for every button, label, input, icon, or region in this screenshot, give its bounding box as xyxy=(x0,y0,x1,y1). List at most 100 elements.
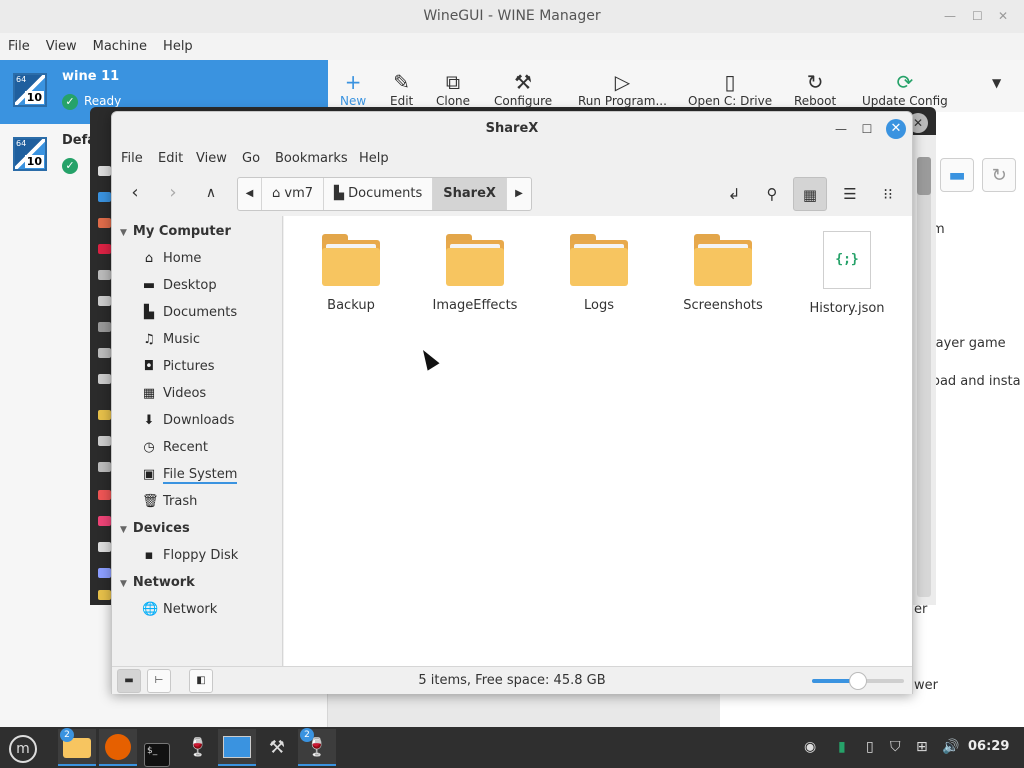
menu-help[interactable]: Help xyxy=(359,151,389,166)
section-my-computer[interactable]: ▼ My Computer xyxy=(120,224,231,239)
folder-item[interactable]: Logs xyxy=(544,234,654,313)
item-name: History.json xyxy=(809,301,885,316)
path-segment-home[interactable]: ⌂ vm7 xyxy=(262,178,325,210)
folder-item[interactable]: Backup xyxy=(296,234,406,313)
taskbar: m 2 $_ 🍷 ⚒ 2 🍷 ◉ ▮ ▯ ⛉ ⊞ 🔊 06:29 xyxy=(0,727,1024,768)
refresh-icon[interactable]: ↻ xyxy=(982,158,1017,192)
home-icon: ⌂ xyxy=(144,251,154,266)
remove-icon[interactable]: ▬ xyxy=(940,158,974,192)
menu-bookmarks[interactable]: Bookmarks xyxy=(275,151,348,166)
expander-icon: ▼ xyxy=(120,579,127,589)
folder-item[interactable]: Screenshots xyxy=(668,234,778,313)
list-view-icon[interactable]: ☰ xyxy=(833,177,867,211)
zoom-slider[interactable] xyxy=(812,672,904,690)
shield-icon[interactable]: ⛉ xyxy=(890,739,901,755)
folder-icon xyxy=(694,234,752,286)
network-icon[interactable]: ⊞ xyxy=(916,739,928,755)
wine-bottle-icon: 64 10 xyxy=(13,73,47,107)
terminal-icon[interactable]: $_ xyxy=(138,729,176,767)
path-left-arrow-icon[interactable]: ◀ xyxy=(238,178,262,210)
sidebar: ▼ My Computer ⌂ Home ▬ Desktop ▙ Documents ♫… xyxy=(112,216,283,666)
menu-help[interactable]: Help xyxy=(155,33,201,60)
configure-button[interactable]: ⚒ Configure xyxy=(494,70,552,108)
winegui-taskbar-icon[interactable]: 2 🍷 xyxy=(298,728,336,766)
tools-icon[interactable]: ⚒ xyxy=(258,729,296,766)
reboot-button[interactable]: ↻ Reboot xyxy=(794,70,836,108)
sidebar-item-pictures[interactable]: ◘ Pictures xyxy=(142,359,215,374)
maximize-icon[interactable]: ☐ xyxy=(972,0,983,33)
up-arrow-icon[interactable]: ∧ xyxy=(196,178,226,208)
menu-go[interactable]: Go xyxy=(242,151,260,166)
icon-view-icon[interactable]: ▦ xyxy=(793,177,827,211)
menu-edit[interactable]: Edit xyxy=(158,151,183,166)
system-monitor-icon[interactable] xyxy=(218,729,256,766)
file-item[interactable]: {;} History.json xyxy=(792,231,902,316)
run-program-button[interactable]: ▷ Run Program... xyxy=(578,70,667,108)
close-icon[interactable]: ✕ xyxy=(886,119,906,139)
path-segment-current[interactable]: ShareX xyxy=(433,178,507,210)
chrome-icon[interactable]: ◉ xyxy=(804,739,816,755)
sidebar-item-home[interactable]: ⌂ Home xyxy=(142,251,202,266)
volume-icon[interactable]: 🔊 xyxy=(942,739,959,755)
compact-view-icon[interactable]: ⁝⁝ xyxy=(871,177,905,211)
menu-file[interactable]: File xyxy=(121,151,143,166)
menu-view[interactable]: View xyxy=(38,33,85,60)
sidebar-item-downloads[interactable]: ⬇ Downloads xyxy=(142,413,235,428)
scrollbar-thumb[interactable] xyxy=(917,157,931,195)
new-button[interactable]: + New xyxy=(340,70,366,108)
wine-glasses-icon[interactable]: 🍷 xyxy=(179,729,217,766)
sidebar-item-desktop[interactable]: ▬ Desktop xyxy=(142,278,217,293)
item-name: Screenshots xyxy=(683,298,763,313)
sidebar-item-videos[interactable]: ▦ Videos xyxy=(142,386,206,401)
statusbar: ▬ ⊢ ◧ 5 items, Free space: 45.8 GB xyxy=(112,666,912,694)
detail-text: wer xyxy=(914,678,938,693)
sidebar-item-recent[interactable]: ◷ Recent xyxy=(142,440,208,455)
toolbar-overflow-icon[interactable]: ▼ xyxy=(992,76,1001,90)
folder-item[interactable]: ImageEffects xyxy=(420,234,530,313)
menu-machine[interactable]: Machine xyxy=(85,33,155,60)
sidebar-item-trash[interactable]: 🗑 Trash xyxy=(142,494,197,509)
path-segment-documents[interactable]: ▙ Documents xyxy=(324,178,434,210)
item-name: Backup xyxy=(327,298,375,313)
back-arrow-icon[interactable]: ‹ xyxy=(120,178,150,208)
dark-window-scrollbar[interactable] xyxy=(912,135,936,605)
sidebar-item-music[interactable]: ♫ Music xyxy=(142,332,200,347)
bottle-status: ✓ xyxy=(62,158,84,174)
section-network[interactable]: ▼ Network xyxy=(120,575,195,590)
update-config-button[interactable]: ⟳ Update Config xyxy=(862,70,948,108)
document-icon: ▙ xyxy=(144,305,154,320)
minimize-icon[interactable]: — xyxy=(832,120,850,138)
path-bar: ◀ ⌂ vm7 ▙ Documents ShareX ▶ xyxy=(237,177,532,211)
files-taskbar-icon[interactable]: 2 xyxy=(58,728,96,766)
firefox-icon[interactable] xyxy=(99,729,137,766)
minimize-icon[interactable]: — xyxy=(944,0,956,33)
clipboard-icon[interactable]: ▯ xyxy=(866,739,874,755)
floppy-icon: ▪ xyxy=(144,548,154,563)
open-c-drive-button[interactable]: ▯ Open C: Drive xyxy=(688,70,772,108)
search-icon[interactable]: ⚲ xyxy=(755,177,789,211)
zoom-slider-handle[interactable] xyxy=(849,672,867,690)
menu-icon[interactable]: m xyxy=(4,729,42,766)
toggle-location-icon[interactable]: ↲ xyxy=(717,177,751,211)
sidebar-item-documents[interactable]: ▙ Documents xyxy=(142,305,237,320)
forward-arrow-icon[interactable]: › xyxy=(158,178,188,208)
maximize-icon[interactable]: ☐ xyxy=(858,120,876,138)
drive-icon: ▣ xyxy=(142,467,156,482)
sidebar-item-floppy[interactable]: ▪ Floppy Disk xyxy=(142,548,239,563)
sidebar-item-file-system[interactable]: ▣ File System xyxy=(142,467,238,484)
battery-icon[interactable]: ▮ xyxy=(838,739,846,755)
folder-icon xyxy=(446,234,504,286)
sidebar-item-network[interactable]: 🌐 Network xyxy=(142,602,217,617)
close-icon[interactable]: ✕ xyxy=(998,0,1008,33)
menu-view[interactable]: View xyxy=(196,151,227,166)
expander-icon: ▼ xyxy=(120,228,127,238)
menu-file[interactable]: File xyxy=(0,33,38,60)
path-right-arrow-icon[interactable]: ▶ xyxy=(507,178,531,210)
folder-icon xyxy=(570,234,628,286)
clone-button[interactable]: ⧉ Clone xyxy=(436,70,470,108)
edit-button[interactable]: ✎ Edit xyxy=(390,70,413,108)
section-devices[interactable]: ▼ Devices xyxy=(120,521,190,536)
clock[interactable]: 06:29 xyxy=(968,739,1009,754)
file-view[interactable]: Backup ImageEffects Logs Screenshots {;}… xyxy=(284,216,912,666)
check-icon: ✓ xyxy=(62,94,78,110)
